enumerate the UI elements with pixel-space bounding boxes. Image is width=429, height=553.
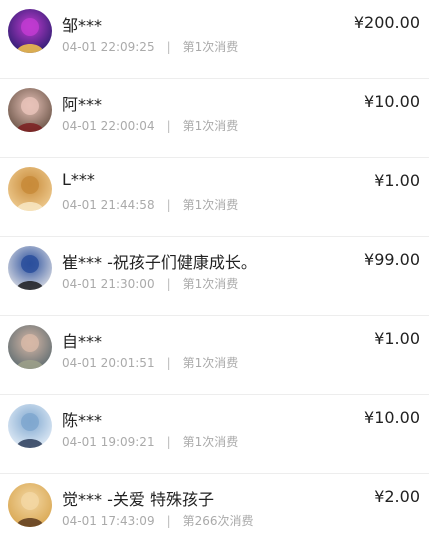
- donation-count: 第266次消费: [182, 514, 254, 528]
- donation-meta: 04-01 21:30:00 | 第1次消费: [62, 275, 238, 292]
- donation-meta: 04-01 22:00:04 | 第1次消费: [62, 117, 238, 134]
- donation-meta: 04-01 21:44:58 | 第1次消费: [62, 196, 238, 213]
- donation-amount: ¥10.00: [364, 408, 420, 427]
- meta-separator: |: [166, 119, 171, 133]
- user-avatar-icon: [8, 88, 52, 132]
- donation-time: 04-01 22:00:04: [62, 119, 155, 133]
- meta-separator: |: [166, 514, 171, 528]
- user-avatar-icon: [8, 167, 52, 211]
- donation-meta: 04-01 17:43:09 | 第266次消费: [62, 512, 254, 529]
- donation-count: 第1次消费: [182, 356, 239, 370]
- user-avatar-icon: [8, 483, 52, 527]
- meta-separator: |: [166, 435, 171, 449]
- list-item[interactable]: 觉*** -关爱 特殊孩子 04-01 17:43:09 | 第266次消费 ¥2.…: [0, 474, 429, 553]
- donor-name: 邹***: [62, 16, 103, 35]
- donation-count: 第1次消费: [182, 119, 239, 133]
- list-item[interactable]: 自*** 04-01 20:01:51 | 第1次消费 ¥1.00: [0, 316, 429, 395]
- donation-count: 第1次消费: [182, 435, 239, 449]
- list-item[interactable]: 阿*** 04-01 22:00:04 | 第1次消费 ¥10.00: [0, 79, 429, 158]
- donation-time: 04-01 20:01:51: [62, 356, 155, 370]
- donor-name: L***: [62, 170, 95, 189]
- user-avatar-icon: [8, 404, 52, 448]
- meta-separator: |: [166, 198, 171, 212]
- donation-count: 第1次消费: [182, 40, 239, 54]
- donation-time: 04-01 19:09:21: [62, 435, 155, 449]
- donation-time: 04-01 17:43:09: [62, 514, 155, 528]
- donation-amount: ¥2.00: [374, 487, 420, 506]
- donation-meta: 04-01 22:09:25 | 第1次消费: [62, 38, 238, 55]
- meta-separator: |: [166, 40, 171, 54]
- donation-time: 04-01 21:30:00: [62, 277, 155, 291]
- donation-amount: ¥99.00: [364, 250, 420, 269]
- donation-count: 第1次消费: [182, 198, 239, 212]
- list-item[interactable]: 邹*** 04-01 22:09:25 | 第1次消费 ¥200.00: [0, 0, 429, 79]
- list-item[interactable]: L*** 04-01 21:44:58 | 第1次消费 ¥1.00: [0, 158, 429, 237]
- donation-list: 邹*** 04-01 22:09:25 | 第1次消费 ¥200.00 阿*** 0…: [0, 0, 429, 553]
- donation-amount: ¥10.00: [364, 92, 420, 111]
- user-avatar-icon: [8, 246, 52, 290]
- donor-name: 自***: [62, 332, 103, 351]
- user-avatar-icon: [8, 9, 52, 53]
- list-item[interactable]: 崔*** -祝孩子们健康成长。 04-01 21:30:00 | 第1次消费 ¥99…: [0, 237, 429, 316]
- donation-amount: ¥1.00: [374, 329, 420, 348]
- donor-name: 崔*** -祝孩子们健康成长。: [62, 253, 257, 272]
- meta-separator: |: [166, 356, 171, 370]
- donation-meta: 04-01 19:09:21 | 第1次消费: [62, 433, 238, 450]
- donor-name: 觉*** -关爱 特殊孩子: [62, 490, 214, 509]
- donor-name: 阿***: [62, 95, 103, 114]
- donation-time: 04-01 22:09:25: [62, 40, 155, 54]
- donor-name: 陈***: [62, 411, 103, 430]
- user-avatar-icon: [8, 325, 52, 369]
- donation-meta: 04-01 20:01:51 | 第1次消费: [62, 354, 238, 371]
- donation-amount: ¥200.00: [353, 13, 420, 32]
- meta-separator: |: [166, 277, 171, 291]
- list-item[interactable]: 陈*** 04-01 19:09:21 | 第1次消费 ¥10.00: [0, 395, 429, 474]
- donation-time: 04-01 21:44:58: [62, 198, 155, 212]
- donation-count: 第1次消费: [182, 277, 239, 291]
- donation-amount: ¥1.00: [374, 171, 420, 190]
